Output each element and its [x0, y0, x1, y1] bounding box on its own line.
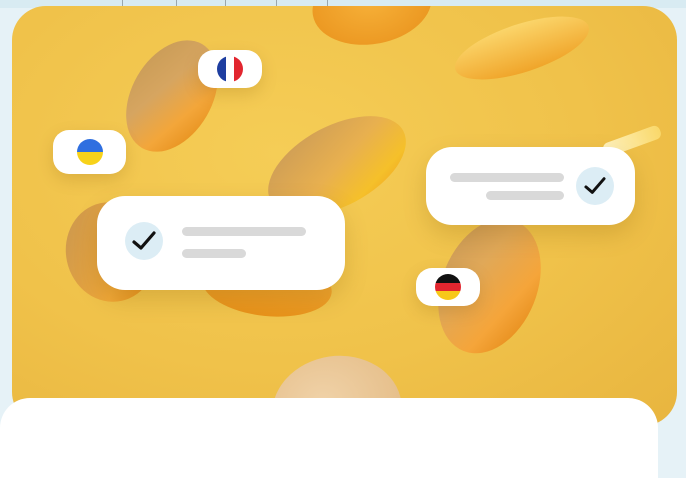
coin-illustration	[306, 6, 438, 54]
flag-chip-germany	[416, 268, 480, 306]
confirmation-card	[426, 147, 635, 225]
bottom-sheet	[0, 398, 658, 478]
france-flag-icon	[217, 56, 243, 82]
placeholder-line	[182, 227, 306, 236]
checkmark-icon	[576, 167, 614, 205]
ukraine-flag-icon	[76, 139, 103, 165]
placeholder-line	[182, 249, 246, 258]
flag-chip-france	[198, 50, 262, 88]
germany-flag-icon	[435, 274, 461, 300]
placeholder-line	[486, 191, 564, 200]
hero-illustration	[12, 6, 677, 426]
checkmark-icon	[125, 222, 163, 260]
flag-chip-ukraine	[53, 130, 126, 174]
confirmation-card	[97, 196, 345, 290]
coin-illustration	[448, 6, 596, 93]
coin-illustration	[107, 24, 237, 168]
placeholder-line	[450, 173, 564, 182]
